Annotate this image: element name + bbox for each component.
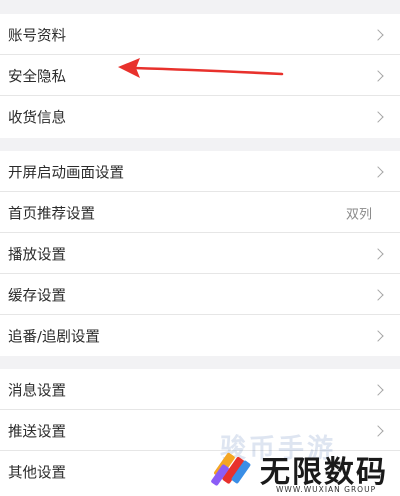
row-label: 播放设置 (8, 247, 66, 264)
row-home-recommend-settings[interactable]: 首页推荐设置 双列 (0, 193, 400, 233)
divider (0, 191, 400, 192)
row-playback-settings[interactable]: 播放设置 (0, 234, 400, 274)
row-cache-settings[interactable]: 缓存设置 (0, 275, 400, 315)
chevron-right-icon (372, 111, 384, 123)
chevron-right-icon (372, 166, 384, 178)
chevron-right-icon (372, 29, 384, 41)
row-label: 首页推荐设置 (8, 206, 95, 223)
row-message-settings[interactable]: 消息设置 (0, 370, 400, 410)
chevron-right-icon (372, 248, 384, 260)
divider (0, 273, 400, 274)
row-follow-series-settings[interactable]: 追番/追剧设置 (0, 316, 400, 356)
row-shipping-info[interactable]: 收货信息 (0, 97, 400, 137)
row-label: 账号资料 (8, 28, 66, 45)
divider (0, 409, 400, 410)
row-value: 双列 (345, 207, 372, 223)
chevron-right-icon (372, 330, 384, 342)
row-label: 消息设置 (8, 383, 66, 400)
row-label: 推送设置 (8, 424, 66, 441)
chevron-right-icon (372, 70, 384, 82)
brand-logo-icon (211, 452, 251, 486)
row-splash-screen-settings[interactable]: 开屏启动画面设置 (0, 152, 400, 192)
row-label: 追番/追剧设置 (8, 329, 100, 346)
row-label: 开屏启动画面设置 (8, 165, 124, 182)
chevron-right-icon (372, 384, 384, 396)
row-label: 收货信息 (8, 110, 66, 127)
row-label: 缓存设置 (8, 288, 66, 305)
divider (0, 314, 400, 315)
brand-subtitle: WWW.WUXIAN GROUP (276, 485, 377, 494)
divider (0, 54, 400, 55)
row-account-profile[interactable]: 账号资料 (0, 15, 400, 55)
divider (0, 232, 400, 233)
settings-group-account: 账号资料 安全隐私 收货信息 (0, 14, 400, 138)
chevron-right-icon (372, 289, 384, 301)
row-label: 其他设置 (8, 465, 66, 482)
row-security-privacy[interactable]: 安全隐私 (0, 56, 400, 96)
divider (0, 95, 400, 96)
settings-group-playback: 开屏启动画面设置 首页推荐设置 双列 播放设置 缓存设置 追番/追剧设置 (0, 151, 400, 356)
row-label: 安全隐私 (8, 69, 66, 86)
